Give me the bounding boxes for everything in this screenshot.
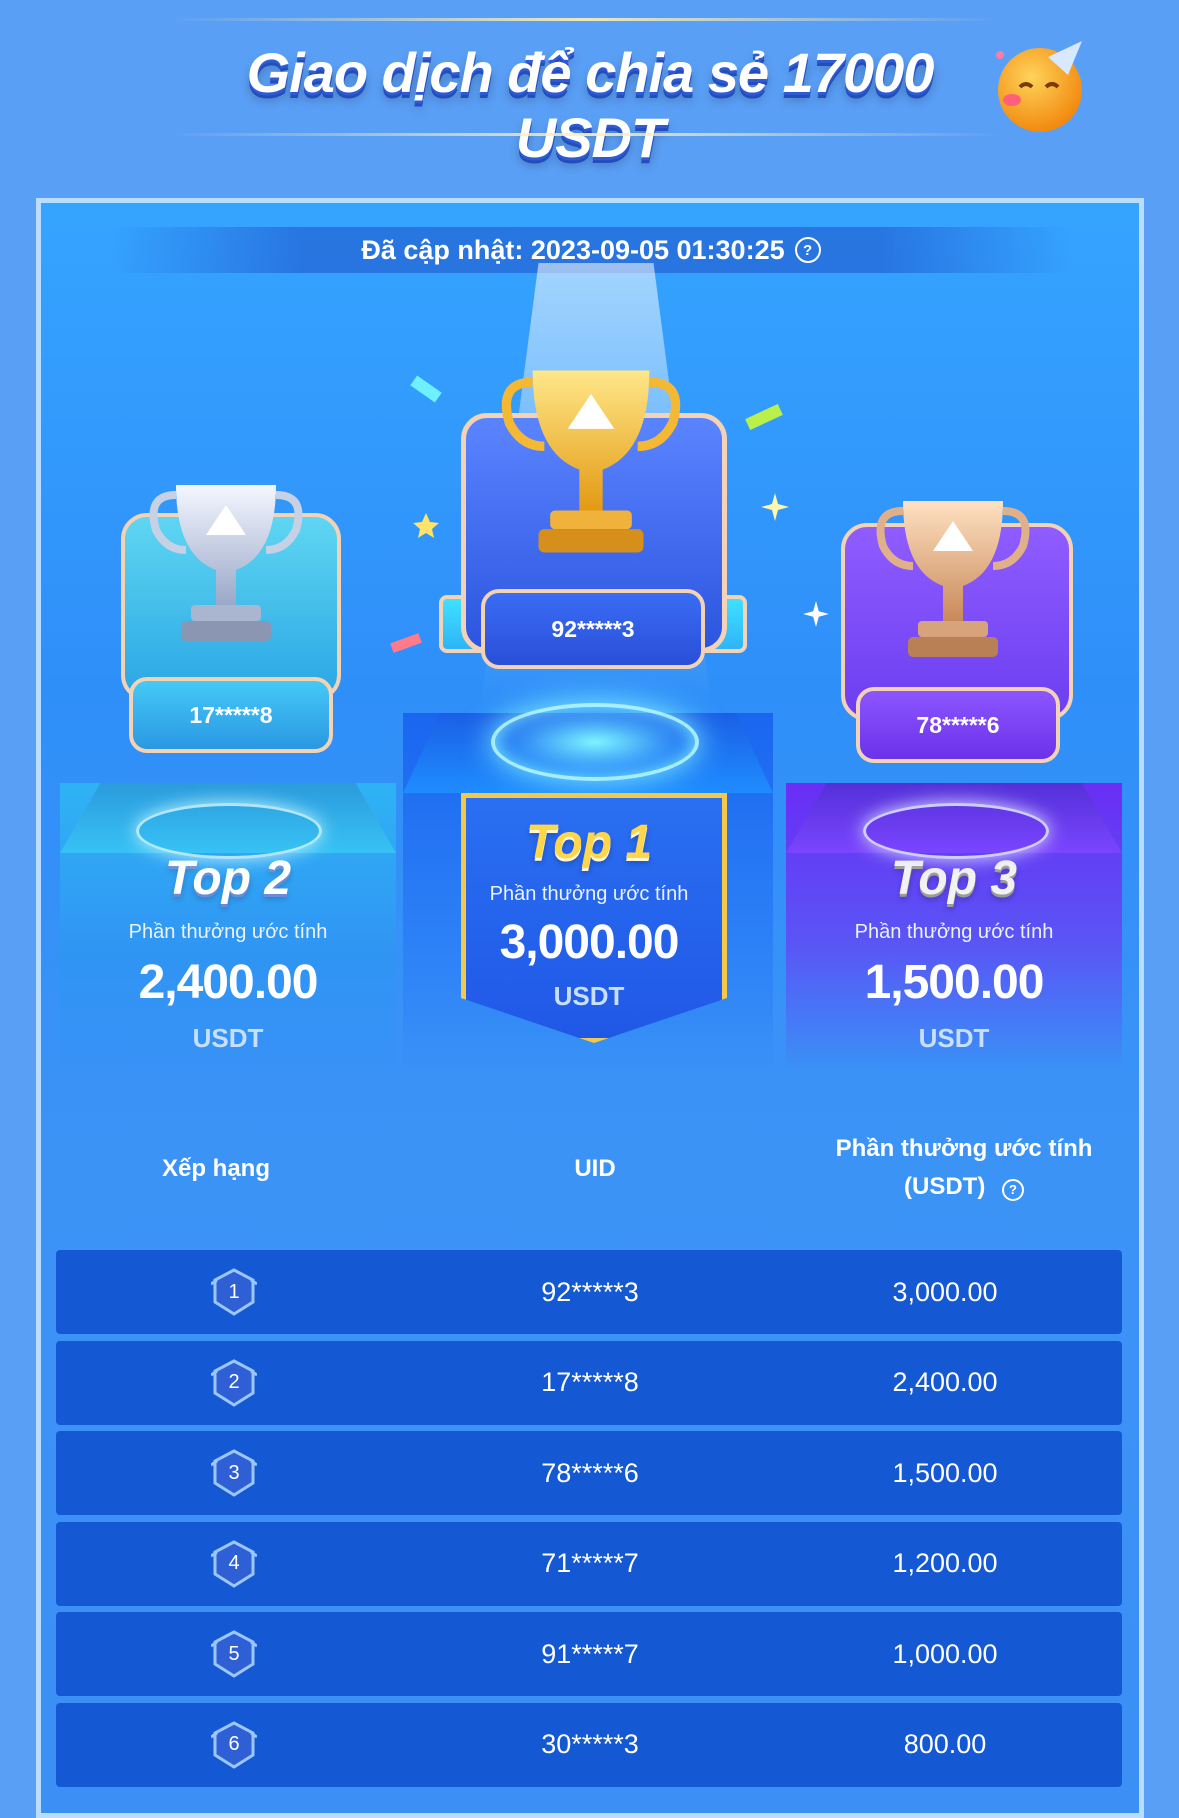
confetti-decoration (410, 375, 442, 403)
reward-cell: 3,000.00 (892, 1276, 998, 1307)
star-icon (413, 513, 439, 538)
rank-badge-icon: 1 (211, 1268, 257, 1316)
table-header: Xếp hạng UID Phần thưởng ước tính (USDT)… (61, 1130, 1127, 1230)
top1-glow-ring (491, 703, 699, 781)
top2-uid-tag: 17*****8 (129, 677, 333, 753)
rank-badge-icon: 3 (211, 1449, 257, 1497)
top3-est-label: Phần thưởng ước tính (854, 921, 1054, 943)
silver-trophy-icon (149, 485, 303, 641)
table-row: 6 30*****3 800.00 (56, 1702, 1122, 1787)
table-row: 4 71*****7 1,200.00 (56, 1521, 1122, 1606)
page-title: Giao dịch để chia sẻ 17000 USDT (246, 41, 935, 169)
party-face-icon (996, 41, 1082, 132)
rank-badge-icon: 2 (211, 1358, 257, 1407)
bronze-trophy-icon (876, 501, 1030, 657)
top2-unit: USDT (192, 1023, 264, 1053)
uid-cell: 92*****3 (541, 1276, 639, 1307)
confetti-decoration (745, 403, 783, 431)
table-row: 5 91*****7 1,000.00 (56, 1612, 1122, 1696)
confetti-decoration (390, 633, 422, 653)
top2-est-label: Phần thưởng ước tính (128, 921, 328, 943)
rank-cell: 6 (56, 1703, 412, 1787)
rank-badge-icon: 4 (211, 1539, 257, 1588)
rank-cell: 4 (56, 1522, 412, 1606)
top1-unit: USDT (553, 981, 625, 1011)
rank-number: 6 (228, 1733, 240, 1755)
rank-number: 2 (228, 1371, 240, 1393)
uid-cell: 78*****6 (541, 1457, 639, 1488)
top1-title: Top 1 (525, 816, 653, 869)
col-uid-header: UID (574, 1155, 616, 1182)
top3-unit: USDT (918, 1023, 990, 1053)
reward-cell: 2,400.00 (892, 1367, 998, 1397)
rank-number: 1 (228, 1280, 240, 1303)
table-row: 1 92*****3 3,000.00 (56, 1250, 1122, 1334)
sparkle-icon (803, 601, 829, 627)
top3-uid-tag: 78*****6 (856, 687, 1060, 763)
top1-est-label: Phần thưởng ước tính (489, 883, 689, 905)
table-row: 2 17*****8 2,400.00 (56, 1340, 1122, 1425)
help-icon[interactable]: ? (1002, 1179, 1024, 1201)
col-rank-header: Xếp hạng (161, 1155, 270, 1182)
rank-cell: 5 (56, 1612, 412, 1696)
uid-cell: 71*****7 (541, 1548, 639, 1578)
rank-badge-icon: 5 (211, 1630, 257, 1678)
rank-cell: 1 (56, 1250, 412, 1334)
sparkle-icon (761, 493, 789, 521)
rank-cell: 2 (56, 1341, 412, 1425)
rank-number: 3 (228, 1461, 240, 1484)
top1-uid-tag: 92*****3 (481, 589, 705, 669)
help-icon[interactable]: ? (794, 237, 821, 263)
rank-number: 4 (228, 1552, 240, 1574)
rank-cell: 3 (56, 1431, 412, 1515)
reward-cell: 800.00 (903, 1729, 987, 1759)
top1-amount: 3,000.00 (499, 916, 680, 969)
col-reward-header-line2: (USDT) ? (801, 1168, 1127, 1206)
table-row: 3 78*****6 1,500.00 (56, 1431, 1122, 1515)
rank-number: 5 (228, 1642, 240, 1665)
top3-glow-ring (863, 803, 1049, 859)
top2-glow-ring (136, 803, 322, 859)
col-reward-header-line1: Phần thưởng ước tính (835, 1135, 1093, 1162)
uid-cell: 91*****7 (541, 1638, 639, 1669)
updated-text: Đã cập nhật: 2023-09-05 01:30:25 (361, 234, 785, 265)
reward-cell: 1,200.00 (892, 1548, 998, 1578)
title-divider-bottom (170, 133, 1000, 136)
col-reward-header-unit: (USDT) (904, 1173, 986, 1200)
col-reward-header: Phần thưởng ước tính (USDT) ? (801, 1130, 1127, 1206)
rank-badge-icon: 6 (211, 1720, 257, 1769)
title-section: Giao dịch để chia sẻ 17000 USDT (0, 0, 1179, 169)
reward-cell: 1,500.00 (892, 1457, 998, 1488)
uid-cell: 17*****8 (541, 1367, 639, 1397)
top3-amount: 1,500.00 (864, 956, 1045, 1009)
gold-trophy-icon (501, 370, 681, 553)
reward-cell: 1,000.00 (892, 1638, 998, 1669)
title-divider-top (170, 18, 1000, 21)
top2-title: Top 2 (164, 852, 292, 905)
top2-amount: 2,400.00 (138, 956, 319, 1009)
uid-cell: 30*****3 (541, 1729, 639, 1759)
top3-title: Top 3 (890, 852, 1018, 905)
